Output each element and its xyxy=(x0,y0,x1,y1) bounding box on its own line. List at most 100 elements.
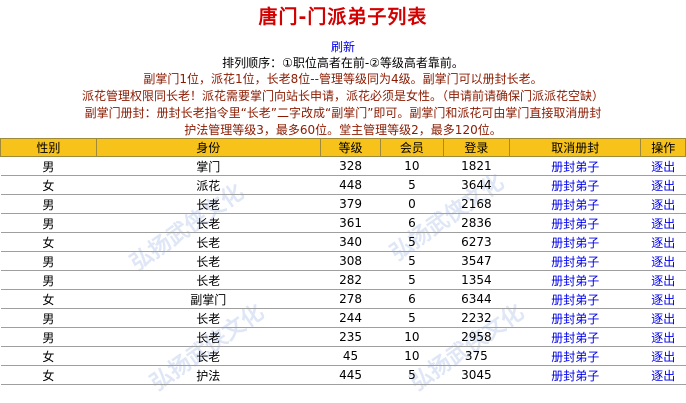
expel-link[interactable]: 逐出 xyxy=(651,274,675,288)
cell-level: 244 xyxy=(320,308,381,328)
cell-cancel: 册封弟子 xyxy=(509,251,641,271)
cell-vip: 10 xyxy=(380,156,444,176)
cell-level: 45 xyxy=(320,346,381,366)
page-title: 唐门-门派弟子列表 xyxy=(258,6,428,28)
cell-action: 逐出 xyxy=(640,308,686,328)
cell-role: 副掌门 xyxy=(96,289,321,309)
cell-login: 2232 xyxy=(443,308,510,328)
expel-link[interactable]: 逐出 xyxy=(651,236,675,250)
cell-login: 3547 xyxy=(443,251,510,271)
cell-cancel: 册封弟子 xyxy=(509,289,641,309)
table-header-row: 性别 身份 等级 会员 登录 取消册封 操作 xyxy=(0,138,686,157)
header-login: 登录 xyxy=(442,138,511,157)
cell-level: 278 xyxy=(320,289,381,309)
cell-gender: 男 xyxy=(0,213,97,233)
cell-level: 340 xyxy=(320,232,381,252)
cell-cancel: 册封弟子 xyxy=(509,365,641,385)
rule-sort-order: 排列顺序：①职位高者在前-②等级高者靠前。 xyxy=(222,56,464,70)
header-action: 操作 xyxy=(640,138,686,157)
appoint-disciple-link[interactable]: 册封弟子 xyxy=(551,274,599,288)
cell-vip: 10 xyxy=(380,327,444,347)
cell-action: 逐出 xyxy=(640,346,686,366)
cell-role: 长老 xyxy=(96,308,321,328)
expel-link[interactable]: 逐出 xyxy=(651,312,675,326)
cell-action: 逐出 xyxy=(640,156,686,176)
table-row: 男长老 282 5 1354 册封弟子 逐出 xyxy=(0,270,686,290)
refresh-link[interactable]: 刷新 xyxy=(0,38,686,55)
cell-level: 308 xyxy=(320,251,381,271)
cell-level: 361 xyxy=(320,213,381,233)
cell-gender: 男 xyxy=(0,156,97,176)
header-level: 等级 xyxy=(319,138,382,157)
cell-cancel: 册封弟子 xyxy=(509,232,641,252)
cell-login: 3644 xyxy=(443,175,510,195)
cell-role: 长老 xyxy=(96,327,321,347)
expel-link[interactable]: 逐出 xyxy=(651,331,675,345)
table-row: 女副掌门 278 6 6344 册封弟子 逐出 xyxy=(0,289,686,309)
table-row: 女派花 448 5 3644 册封弟子 逐出 xyxy=(0,175,686,195)
cell-login: 375 xyxy=(443,346,510,366)
expel-link[interactable]: 逐出 xyxy=(651,179,675,193)
cell-role: 长老 xyxy=(96,213,321,233)
expel-link[interactable]: 逐出 xyxy=(651,217,675,231)
cell-action: 逐出 xyxy=(640,251,686,271)
cell-action: 逐出 xyxy=(640,270,686,290)
rule-positions: 副掌门1位，派花1位，长老8位--管理等级同为4级。副掌门可以册封长老。 xyxy=(143,72,543,86)
table-row: 男长老 379 0 2168 册封弟子 逐出 xyxy=(0,194,686,214)
cell-gender: 女 xyxy=(0,175,97,195)
cell-vip: 5 xyxy=(380,308,444,328)
cell-gender: 男 xyxy=(0,194,97,214)
appoint-disciple-link[interactable]: 册封弟子 xyxy=(551,160,599,174)
cell-vip: 5 xyxy=(380,270,444,290)
table-row: 男长老 244 5 2232 册封弟子 逐出 xyxy=(0,308,686,328)
appoint-disciple-link[interactable]: 册封弟子 xyxy=(551,236,599,250)
cell-role: 长老 xyxy=(96,194,321,214)
cell-cancel: 册封弟子 xyxy=(509,308,641,328)
cell-cancel: 册封弟子 xyxy=(509,175,641,195)
header-cancel: 取消册封 xyxy=(509,138,642,157)
appoint-disciple-link[interactable]: 册封弟子 xyxy=(551,179,599,193)
expel-link[interactable]: 逐出 xyxy=(651,255,675,269)
cell-vip: 10 xyxy=(380,346,444,366)
cell-role: 护法 xyxy=(96,365,321,385)
table-row: 男长老 235 10 2958 册封弟子 逐出 xyxy=(0,327,686,347)
expel-link[interactable]: 逐出 xyxy=(651,293,675,307)
cell-login: 3045 xyxy=(443,365,510,385)
cell-gender: 男 xyxy=(0,327,97,347)
cell-login: 2958 xyxy=(443,327,510,347)
appoint-disciple-link[interactable]: 册封弟子 xyxy=(551,369,599,383)
appoint-disciple-link[interactable]: 册封弟子 xyxy=(551,331,599,345)
expel-link[interactable]: 逐出 xyxy=(651,160,675,174)
cell-role: 长老 xyxy=(96,251,321,271)
cell-gender: 女 xyxy=(0,289,97,309)
cell-vip: 0 xyxy=(380,194,444,214)
expel-link[interactable]: 逐出 xyxy=(651,369,675,383)
table-row: 男掌门 328 10 1821 册封弟子 逐出 xyxy=(0,156,686,176)
appoint-disciple-link[interactable]: 册封弟子 xyxy=(551,217,599,231)
cell-login: 6273 xyxy=(443,232,510,252)
expel-link[interactable]: 逐出 xyxy=(651,198,675,212)
cell-login: 6344 xyxy=(443,289,510,309)
cell-level: 328 xyxy=(320,156,381,176)
appoint-disciple-link[interactable]: 册封弟子 xyxy=(551,312,599,326)
cell-action: 逐出 xyxy=(640,175,686,195)
cell-gender: 女 xyxy=(0,232,97,252)
cell-role: 派花 xyxy=(96,175,321,195)
cell-action: 逐出 xyxy=(640,194,686,214)
table-row: 女护法 445 5 3045 册封弟子 逐出 xyxy=(0,365,686,385)
cell-gender: 女 xyxy=(0,365,97,385)
table-row: 男长老 308 5 3547 册封弟子 逐出 xyxy=(0,251,686,271)
cell-action: 逐出 xyxy=(640,213,686,233)
cell-level: 235 xyxy=(320,327,381,347)
appoint-disciple-link[interactable]: 册封弟子 xyxy=(551,350,599,364)
appoint-disciple-link[interactable]: 册封弟子 xyxy=(551,293,599,307)
cell-login: 2168 xyxy=(443,194,510,214)
header-role: 身份 xyxy=(95,138,321,157)
cell-vip: 6 xyxy=(380,213,444,233)
appoint-disciple-link[interactable]: 册封弟子 xyxy=(551,198,599,212)
cell-cancel: 册封弟子 xyxy=(509,346,641,366)
cell-gender: 女 xyxy=(0,346,97,366)
cell-level: 379 xyxy=(320,194,381,214)
expel-link[interactable]: 逐出 xyxy=(651,350,675,364)
appoint-disciple-link[interactable]: 册封弟子 xyxy=(551,255,599,269)
